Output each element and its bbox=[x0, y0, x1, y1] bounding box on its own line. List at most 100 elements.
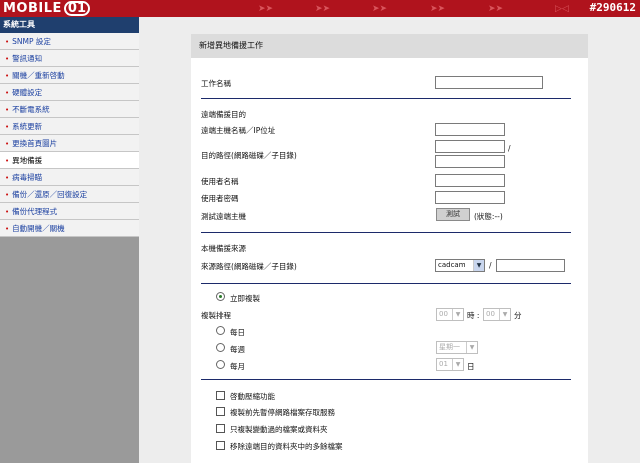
weekly-label: 每週 bbox=[230, 345, 245, 354]
chevron-down-icon: ▼ bbox=[452, 309, 463, 320]
chevron-down-icon: ▼ bbox=[499, 309, 510, 320]
weekday-value: 星期一 bbox=[439, 343, 460, 351]
changed-only-checkbox[interactable] bbox=[216, 424, 225, 433]
sidebar-item-virus-scan[interactable]: • 病毒掃瞄 bbox=[0, 169, 139, 186]
username-input[interactable] bbox=[435, 174, 505, 187]
bullet-icon: • bbox=[5, 106, 10, 114]
bullet-icon: • bbox=[5, 208, 10, 216]
divider bbox=[201, 379, 571, 380]
sidebar-item-label: 病毒掃瞄 bbox=[12, 173, 43, 182]
sidebar-item-label: 警訊通知 bbox=[12, 54, 43, 63]
test-host-label: 測試遠端主機 bbox=[201, 212, 246, 221]
monthly-label: 每月 bbox=[230, 362, 245, 371]
day-unit: 日 bbox=[467, 362, 475, 371]
local-section-label: 本機備援來源 bbox=[201, 244, 246, 253]
sidebar: 系統工具 • SNMP 設定 • 警訊通知 • 關機／重新啓動 • 硬體設定 • 不斷電系… bbox=[0, 17, 139, 463]
password-label: 使用者密碼 bbox=[201, 194, 239, 203]
sidebar-item-label: 關機／重新啓動 bbox=[12, 71, 65, 80]
sidebar-item-ups[interactable]: • 不斷電系統 bbox=[0, 101, 139, 118]
decor-arrow-icon: ➤➤ bbox=[315, 4, 331, 14]
weekday-select[interactable]: 星期一 ▼ bbox=[436, 341, 478, 354]
immediate-copy-radio[interactable] bbox=[216, 292, 225, 301]
sidebar-item-remote-backup[interactable]: • 異地備援 bbox=[0, 152, 139, 169]
sidebar-item-label: 異地備援 bbox=[12, 156, 43, 165]
sidebar-item-snmp[interactable]: • SNMP 設定 bbox=[0, 33, 139, 50]
logo-text: MOBILE bbox=[3, 1, 62, 16]
decor-arrow-icon: ➤➤ bbox=[258, 4, 274, 14]
top-bar: MOBILE 01 ➤➤ ➤➤ ➤➤ ➤➤ ➤➤ ▷◁ #290612 bbox=[0, 0, 640, 17]
sidebar-item-backup-restore[interactable]: • 備份／還原／回復設定 bbox=[0, 186, 139, 203]
sidebar-item-label: SNMP 設定 bbox=[12, 37, 51, 46]
sidebar-item-label: 更換首頁圖片 bbox=[12, 139, 58, 148]
divider bbox=[201, 98, 571, 99]
pause-service-label: 複製前先暫停網路檔案存取服務 bbox=[230, 408, 335, 417]
sidebar-item-label: 自動開機／關機 bbox=[12, 224, 65, 233]
divider bbox=[201, 232, 571, 233]
task-name-input[interactable] bbox=[435, 76, 543, 89]
bullet-icon: • bbox=[5, 174, 10, 182]
panel-title: 新增異地備援工作 bbox=[191, 34, 588, 58]
sidebar-item-label: 系統更新 bbox=[12, 122, 43, 131]
test-button[interactable]: 測試 bbox=[436, 208, 470, 221]
sidebar-item-reboot[interactable]: • 關機／重新啓動 bbox=[0, 67, 139, 84]
sidebar-item-backup-agent[interactable]: • 備份代理程式 bbox=[0, 203, 139, 220]
sidebar-item-label: 備份代理程式 bbox=[12, 207, 58, 216]
remove-extra-checkbox[interactable] bbox=[216, 441, 225, 450]
sidebar-item-label: 不斷電系統 bbox=[12, 105, 50, 114]
username-label: 使用者名稱 bbox=[201, 177, 239, 186]
bullet-icon: • bbox=[5, 140, 10, 148]
chevron-down-icon: ▼ bbox=[452, 359, 463, 370]
main-content: 新增異地備援工作 工作名稱 遠端備援目的 遠端主機名稱／IP位址 目的路徑(網路… bbox=[139, 17, 640, 463]
sidebar-item-label: 備份／還原／回復設定 bbox=[12, 190, 88, 199]
monthly-radio[interactable] bbox=[216, 360, 225, 369]
pause-service-checkbox[interactable] bbox=[216, 407, 225, 416]
bullet-icon: • bbox=[5, 225, 10, 233]
minute-select[interactable]: 00 ▼ bbox=[483, 308, 511, 321]
hour-value: 00 bbox=[439, 310, 448, 318]
weekly-radio[interactable] bbox=[216, 343, 225, 352]
compress-label: 啓動壓縮功能 bbox=[230, 392, 275, 401]
source-share-value: cadcam bbox=[438, 261, 466, 269]
source-share-select[interactable]: cadcam ▼ bbox=[435, 259, 485, 272]
dest-share-input[interactable] bbox=[435, 140, 505, 153]
bullet-icon: • bbox=[5, 123, 10, 131]
test-status: (狀態:--) bbox=[474, 212, 503, 221]
bullet-icon: • bbox=[5, 157, 10, 165]
changed-only-label: 只複製變動過的檔案或資料夾 bbox=[230, 425, 328, 434]
decor-arrow-icon: ➤➤ bbox=[372, 4, 388, 14]
source-folder-input[interactable] bbox=[496, 259, 565, 272]
daily-radio[interactable] bbox=[216, 326, 225, 335]
decor-arrow-icon: ➤➤ bbox=[488, 4, 504, 14]
watermark: #290612 bbox=[589, 1, 636, 14]
decor-bowtie-icon: ▷◁ bbox=[555, 4, 569, 14]
chevron-down-icon: ▼ bbox=[466, 342, 477, 353]
remote-host-input[interactable] bbox=[435, 123, 505, 136]
logo: MOBILE 01 bbox=[3, 1, 90, 16]
password-input[interactable] bbox=[435, 191, 505, 204]
bullet-icon: • bbox=[5, 38, 10, 46]
remote-host-label: 遠端主機名稱／IP位址 bbox=[201, 126, 276, 135]
sidebar-item-alert[interactable]: • 警訊通知 bbox=[0, 50, 139, 67]
dest-folder-input[interactable] bbox=[435, 155, 505, 168]
minute-value: 00 bbox=[486, 310, 495, 318]
compress-checkbox[interactable] bbox=[216, 391, 225, 400]
daily-label: 每日 bbox=[230, 328, 245, 337]
hour-select[interactable]: 00 ▼ bbox=[436, 308, 464, 321]
path-slash: / bbox=[489, 261, 492, 270]
divider bbox=[201, 283, 571, 284]
schedule-label: 複製排程 bbox=[201, 311, 231, 320]
sidebar-item-hardware[interactable]: • 硬體設定 bbox=[0, 84, 139, 101]
bullet-icon: • bbox=[5, 89, 10, 97]
day-select[interactable]: 01 ▼ bbox=[436, 358, 464, 371]
sidebar-item-update[interactable]: • 系統更新 bbox=[0, 118, 139, 135]
sidebar-item-homepage-image[interactable]: • 更換首頁圖片 bbox=[0, 135, 139, 152]
chevron-down-icon: ▼ bbox=[473, 260, 484, 271]
hour-unit: 時 : bbox=[467, 311, 480, 320]
task-name-label: 工作名稱 bbox=[201, 79, 231, 88]
minute-unit: 分 bbox=[514, 311, 522, 320]
sidebar-item-label: 硬體設定 bbox=[12, 88, 43, 97]
bullet-icon: • bbox=[5, 55, 10, 63]
remove-extra-label: 移除遠端目的資料夾中的多餘檔案 bbox=[230, 442, 343, 451]
logo-number: 01 bbox=[63, 1, 90, 16]
sidebar-item-auto-power[interactable]: • 自動開機／關機 bbox=[0, 220, 139, 237]
